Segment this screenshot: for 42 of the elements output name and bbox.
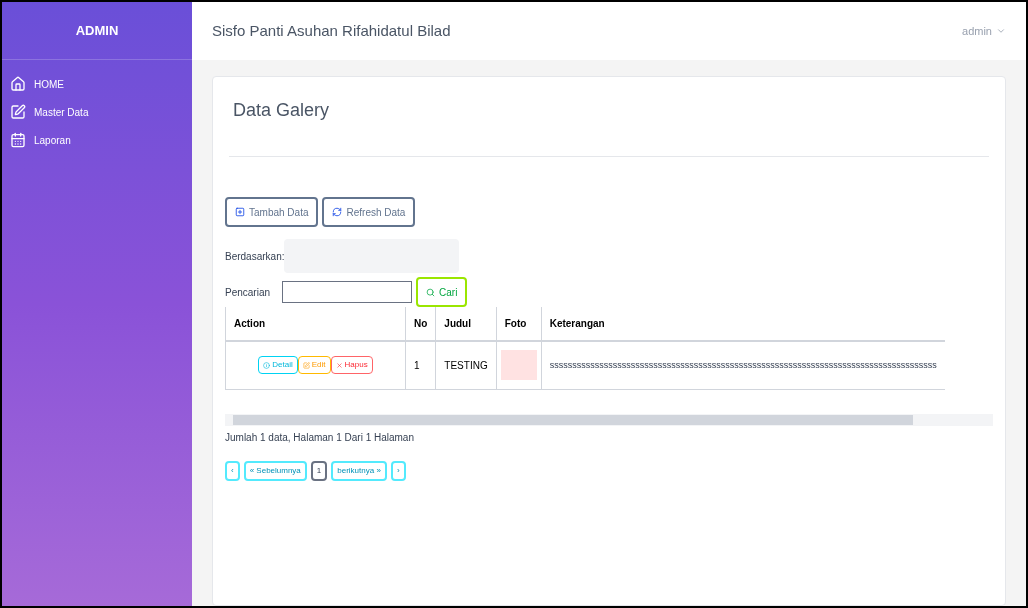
caret-icon [996, 26, 1006, 36]
user-menu[interactable]: admin [962, 22, 1006, 40]
search-field[interactable] [282, 281, 413, 303]
pagination-button[interactable]: ‹ [225, 460, 240, 481]
toolbar-button[interactable]: Refresh Data [322, 197, 416, 227]
page-summary: Jumlah 1 data, Halaman 1 Dari 1 Halaman [225, 430, 415, 445]
column-header: Judul [435, 307, 497, 341]
refresh-icon [332, 207, 343, 217]
pagination-button[interactable]: 1 [310, 460, 328, 481]
close-icon [335, 361, 343, 369]
search-button[interactable]: Cari [416, 277, 468, 307]
photo-placeholder [500, 350, 537, 381]
toolbar-button[interactable]: Tambah Data [225, 197, 319, 227]
calendar-icon [10, 132, 26, 148]
app-title: Sisfo Panti Asuhan Rifahidatul Bilad [212, 20, 451, 41]
edit-icon [10, 104, 26, 120]
table-cell: ssssssssssssssssssssssssssssssssssssssssssssssssssssssssssssssssssssssssssssssssssssss [541, 341, 945, 389]
action-button[interactable]: Edit [297, 356, 331, 375]
panel-title: Data Galery [233, 99, 331, 122]
filter-label: Berdasarkan: [225, 249, 285, 264]
action-button[interactable]: Detail [258, 356, 298, 375]
table-cell: TESTING [435, 341, 497, 389]
search-icon [426, 287, 436, 297]
pagination-button[interactable]: « Sebelumnya [243, 460, 307, 481]
pagination-button[interactable]: berikutnya » [331, 460, 387, 481]
table-cell: 1 [405, 341, 436, 389]
edit-icon [302, 361, 310, 369]
plus-icon [235, 207, 245, 217]
brand-title: ADMIN [75, 21, 119, 40]
column-header: Action [225, 307, 406, 341]
sidebar-item[interactable]: HOME [10, 76, 184, 92]
sidebar-item[interactable]: Laporan [10, 132, 184, 148]
column-header: Keterangan [541, 307, 945, 341]
info-icon [263, 361, 271, 369]
sidebar-item[interactable]: Master Data [10, 104, 184, 120]
search-label: Pencarian [225, 285, 271, 300]
column-header: Foto [496, 307, 542, 341]
home-icon [10, 76, 26, 92]
horizontal-scrollbar[interactable] [225, 413, 993, 426]
pagination-button[interactable]: › [390, 460, 406, 481]
column-header: No [405, 307, 436, 341]
action-button[interactable]: Hapus [330, 356, 373, 375]
